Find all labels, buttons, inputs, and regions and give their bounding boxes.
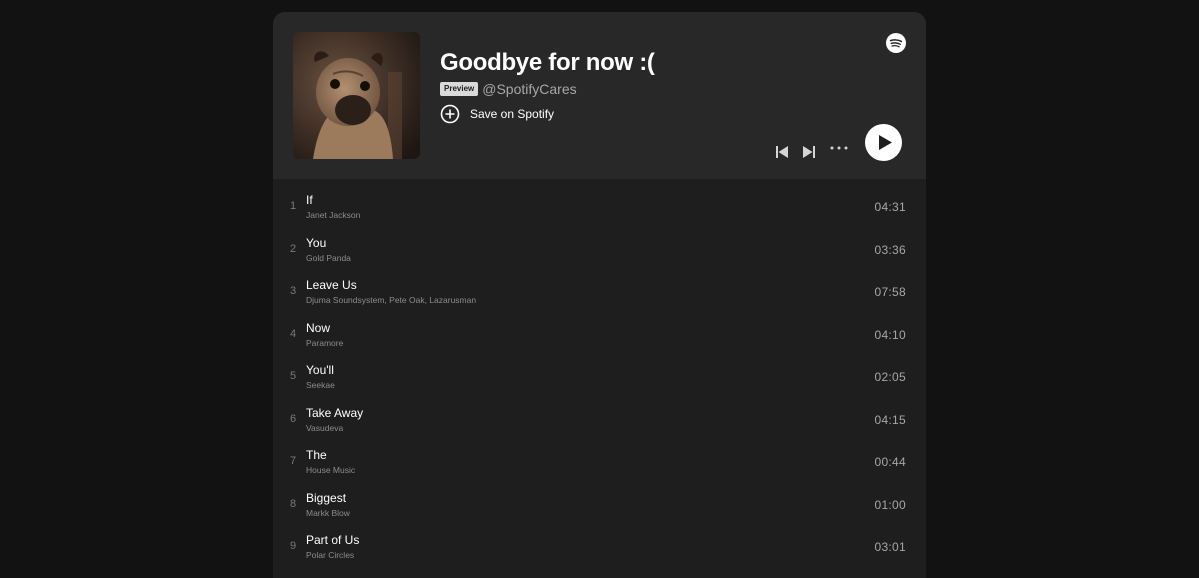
track-title: Take Away xyxy=(306,405,364,420)
play-icon xyxy=(879,135,892,150)
save-on-spotify-button[interactable]: Save on Spotify xyxy=(440,104,554,124)
track-artist: House Music xyxy=(306,465,356,475)
playlist-cover-image xyxy=(293,32,420,159)
track-row[interactable]: 2 You Gold Panda 03:36 xyxy=(273,222,926,265)
track-duration: 04:15 xyxy=(874,412,906,427)
plus-circle-icon xyxy=(440,104,460,124)
track-row[interactable]: 4 Now Paramore 04:10 xyxy=(273,307,926,350)
track-artist: Djuma Soundsystem, Pete Oak, Lazarusman xyxy=(306,295,477,305)
track-duration: 03:01 xyxy=(874,540,906,554)
track-title: You'll xyxy=(306,363,334,377)
track-artist: Vasudeva xyxy=(306,422,344,433)
play-button[interactable] xyxy=(865,124,902,161)
pug-cover-art xyxy=(293,32,420,159)
track-duration: 04:31 xyxy=(874,200,906,214)
track-duration: 03:36 xyxy=(874,242,906,257)
track-artist: Seekae xyxy=(306,380,335,390)
track-number: 3 xyxy=(289,285,297,297)
track-title: Now xyxy=(306,320,331,335)
track-artist: Gold Panda xyxy=(306,252,351,263)
track-duration: 07:58 xyxy=(874,285,906,299)
track-artist: Polar Circles xyxy=(306,550,355,560)
track-title: Leave Us xyxy=(306,278,357,292)
skip-back-icon[interactable] xyxy=(775,145,789,159)
skip-forward-icon[interactable] xyxy=(802,145,816,159)
spotify-logo-icon[interactable] xyxy=(886,33,906,53)
save-on-spotify-label: Save on Spotify xyxy=(470,107,555,121)
track-number: 6 xyxy=(289,412,297,425)
track-number: 9 xyxy=(289,540,297,552)
track-number: 4 xyxy=(289,327,297,340)
track-duration: 04:10 xyxy=(874,327,906,342)
track-row[interactable]: 9 Part of Us Polar Circles 03:01 xyxy=(273,519,926,562)
owner-row: Preview @SpotifyCares xyxy=(440,81,577,97)
track-title: Part of Us xyxy=(306,533,360,547)
track-artist: Janet Jackson xyxy=(306,210,361,220)
track-row[interactable]: 5 You'll Seekae 02:05 xyxy=(273,349,926,392)
track-number: 8 xyxy=(289,497,297,510)
track-title: The xyxy=(306,448,327,462)
track-row[interactable]: 7 The House Music 00:44 xyxy=(273,434,926,477)
playlist-title: Goodbye for now :( xyxy=(440,49,655,76)
playlist-owner-link[interactable]: @SpotifyCares xyxy=(482,81,576,97)
track-row[interactable]: 8 Biggest Markk Blow 01:00 xyxy=(273,477,926,520)
track-duration: 00:44 xyxy=(874,455,906,469)
track-row[interactable]: 6 Take Away Vasudeva 04:15 xyxy=(273,392,926,435)
preview-badge: Preview xyxy=(440,82,479,96)
track-artist: Paramore xyxy=(306,337,344,348)
track-title: If xyxy=(306,193,313,207)
track-number: 2 xyxy=(289,242,297,255)
track-list: 1 If Janet Jackson 04:31 2 You Gold Pand… xyxy=(273,179,926,562)
track-row[interactable]: 1 If Janet Jackson 04:31 xyxy=(273,179,926,222)
more-options-icon[interactable] xyxy=(829,143,849,153)
track-title: Biggest xyxy=(306,490,347,505)
player-header: Goodbye for now :( Preview @SpotifyCares… xyxy=(273,12,926,179)
track-number: 5 xyxy=(289,370,297,382)
track-number: 1 xyxy=(289,200,297,212)
track-number: 7 xyxy=(289,455,297,467)
track-row[interactable]: 3 Leave Us Djuma Soundsystem, Pete Oak, … xyxy=(273,264,926,307)
track-title: You xyxy=(306,235,327,250)
spotify-embed-player: Goodbye for now :( Preview @SpotifyCares… xyxy=(273,12,926,578)
track-artist: Markk Blow xyxy=(306,507,350,518)
track-duration: 02:05 xyxy=(874,370,906,384)
track-duration: 01:00 xyxy=(874,497,906,512)
